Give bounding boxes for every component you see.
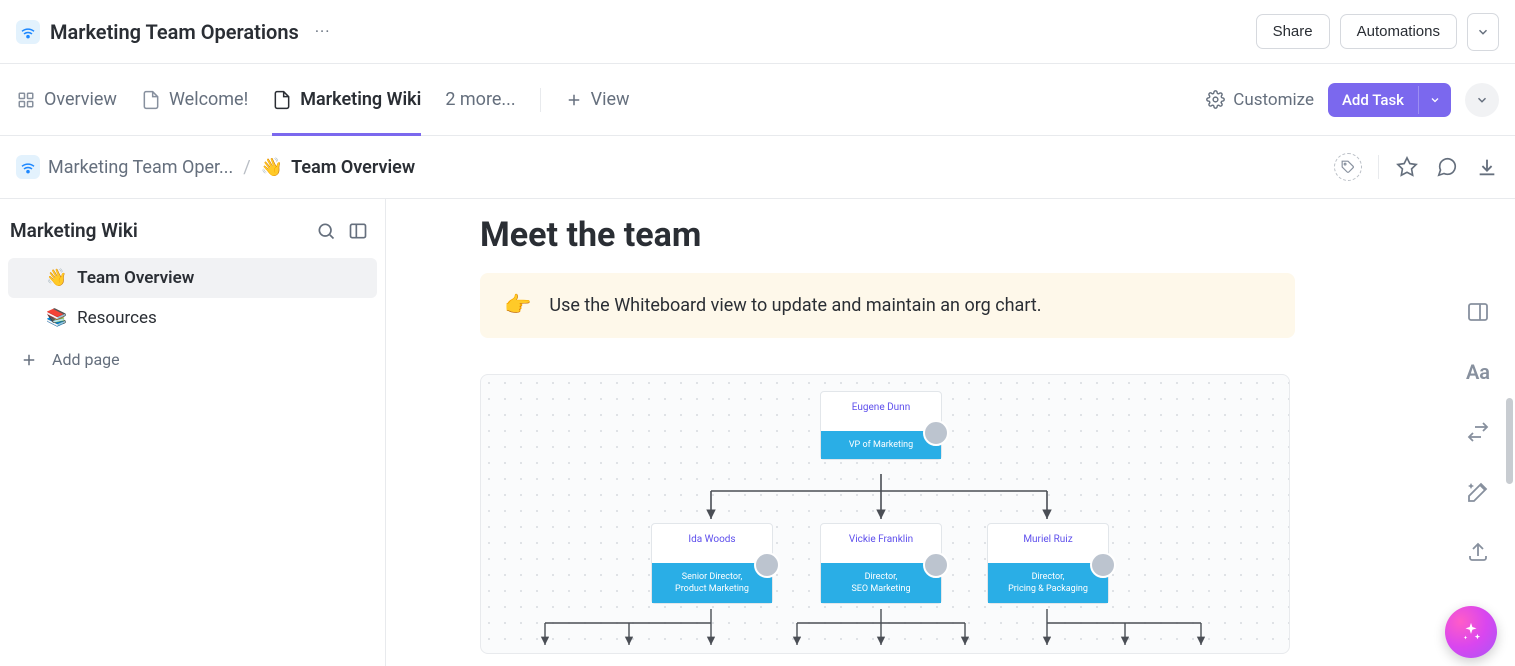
sidebar-item-resources[interactable]: 📚 Resources	[0, 298, 385, 338]
sidebar-header: Marketing Wiki	[0, 211, 385, 258]
separator	[1378, 155, 1379, 179]
wave-emoji-icon: 👋	[46, 268, 67, 288]
text-style-icon[interactable]: Aa	[1465, 359, 1491, 385]
page-heading: Meet the team	[480, 215, 1467, 255]
tab-marketing-wiki[interactable]: Marketing Wiki	[272, 64, 421, 135]
tabs-left: Overview Welcome! Marketing Wiki 2 more.…	[16, 64, 630, 135]
node-name: Muriel Ruiz	[988, 524, 1108, 563]
add-task-button[interactable]: Add Task	[1328, 83, 1451, 117]
add-view-label: View	[591, 89, 630, 110]
star-icon[interactable]	[1395, 155, 1419, 179]
add-page-label: Add page	[52, 350, 120, 369]
node-name: Ida Woods	[652, 524, 772, 563]
header-right: Share Automations	[1256, 13, 1499, 51]
avatar	[923, 420, 949, 446]
breadcrumb-current[interactable]: 👋 Team Overview	[261, 157, 415, 178]
breadcrumb: Marketing Team Oper... / 👋 Team Overview	[16, 155, 415, 179]
grid-icon	[16, 90, 36, 110]
automations-label: Automations	[1357, 23, 1440, 40]
orgchart-node-child-3[interactable]: Muriel Ruiz Director, Pricing & Packagin…	[987, 523, 1109, 604]
right-rail: Aa	[1465, 299, 1491, 565]
callout: 👉 Use the Whiteboard view to update and …	[480, 273, 1295, 338]
tab-separator	[540, 88, 541, 112]
orgchart[interactable]: Eugene Dunn VP of Marketing Ida Woods Se…	[480, 374, 1290, 654]
orgchart-node-child-2[interactable]: Vickie Franklin Director, SEO Marketing	[820, 523, 942, 604]
tab-overview[interactable]: Overview	[16, 64, 117, 135]
tabs-more[interactable]: 2 more...	[445, 64, 515, 135]
pointing-emoji-icon: 👉	[504, 293, 531, 318]
tab-label: Welcome!	[169, 89, 248, 110]
share-button[interactable]: Share	[1256, 14, 1330, 49]
space-icon	[16, 155, 40, 179]
space-title[interactable]: Marketing Team Operations	[50, 20, 299, 44]
tab-label: Overview	[44, 89, 117, 110]
breadcrumb-space[interactable]: Marketing Team Oper...	[16, 155, 233, 179]
sidebar-icons	[315, 220, 369, 242]
node-name: Eugene Dunn	[821, 392, 941, 431]
automations-button[interactable]: Automations	[1340, 14, 1457, 49]
customize-button[interactable]: Customize	[1206, 90, 1314, 110]
breadcrumb-page-label: Team Overview	[291, 157, 415, 178]
breadcrumb-space-label: Marketing Team Oper...	[48, 157, 233, 178]
sidebar: Marketing Wiki 👋 Team Overview 📚 Resourc…	[0, 199, 386, 666]
sidebar-item-label: Resources	[77, 308, 157, 328]
wave-emoji-icon: 👋	[261, 157, 283, 178]
add-task-dropdown[interactable]	[1418, 86, 1451, 114]
main-content: Meet the team 👉 Use the Whiteboard view …	[386, 199, 1515, 666]
panel-icon[interactable]	[1465, 299, 1491, 325]
sidebar-item-team-overview[interactable]: 👋 Team Overview	[8, 258, 377, 298]
orgchart-node-root[interactable]: Eugene Dunn VP of Marketing	[820, 391, 942, 460]
search-icon[interactable]	[315, 220, 337, 242]
sidebar-title: Marketing Wiki	[10, 219, 138, 242]
doc-icon	[141, 90, 161, 110]
space-icon[interactable]	[16, 20, 40, 44]
breadcrumb-row: Marketing Team Oper... / 👋 Team Overview	[0, 136, 1515, 199]
top-header: Marketing Team Operations ··· Share Auto…	[0, 0, 1515, 64]
swap-icon[interactable]	[1465, 419, 1491, 445]
books-emoji-icon: 📚	[46, 308, 67, 328]
tab-welcome[interactable]: Welcome!	[141, 64, 248, 135]
add-view-button[interactable]: View	[565, 89, 630, 110]
node-name: Vickie Franklin	[821, 524, 941, 563]
header-dropdown-button[interactable]	[1467, 13, 1499, 51]
download-icon[interactable]	[1475, 155, 1499, 179]
doc-icon	[272, 90, 292, 110]
scrollbar-thumb[interactable]	[1506, 398, 1513, 484]
add-page-button[interactable]: Add page	[0, 338, 385, 381]
avatar	[1090, 552, 1116, 578]
tabs-right: Customize Add Task	[1206, 83, 1499, 117]
customize-label: Customize	[1233, 90, 1314, 110]
orgchart-node-child-1[interactable]: Ida Woods Senior Director, Product Marke…	[651, 523, 773, 604]
magic-icon[interactable]	[1465, 479, 1491, 505]
sidebar-item-label: Team Overview	[77, 268, 194, 288]
breadcrumb-separator: /	[243, 157, 250, 178]
panel-toggle-icon[interactable]	[347, 220, 369, 242]
tag-button[interactable]	[1334, 153, 1362, 181]
more-options-icon[interactable]: ···	[309, 18, 337, 45]
tab-label: Marketing Wiki	[300, 89, 421, 110]
avatar	[923, 552, 949, 578]
header-left: Marketing Team Operations ···	[16, 18, 336, 45]
upload-icon[interactable]	[1465, 539, 1491, 565]
collapse-button[interactable]	[1465, 83, 1499, 117]
view-tabs-row: Overview Welcome! Marketing Wiki 2 more.…	[0, 64, 1515, 136]
body: Marketing Wiki 👋 Team Overview 📚 Resourc…	[0, 199, 1515, 666]
add-task-label: Add Task	[1328, 83, 1418, 117]
comment-icon[interactable]	[1435, 155, 1459, 179]
breadcrumb-actions	[1334, 153, 1499, 181]
avatar	[754, 552, 780, 578]
callout-text: Use the Whiteboard view to update and ma…	[549, 295, 1041, 316]
ai-fab-button[interactable]	[1445, 606, 1497, 658]
